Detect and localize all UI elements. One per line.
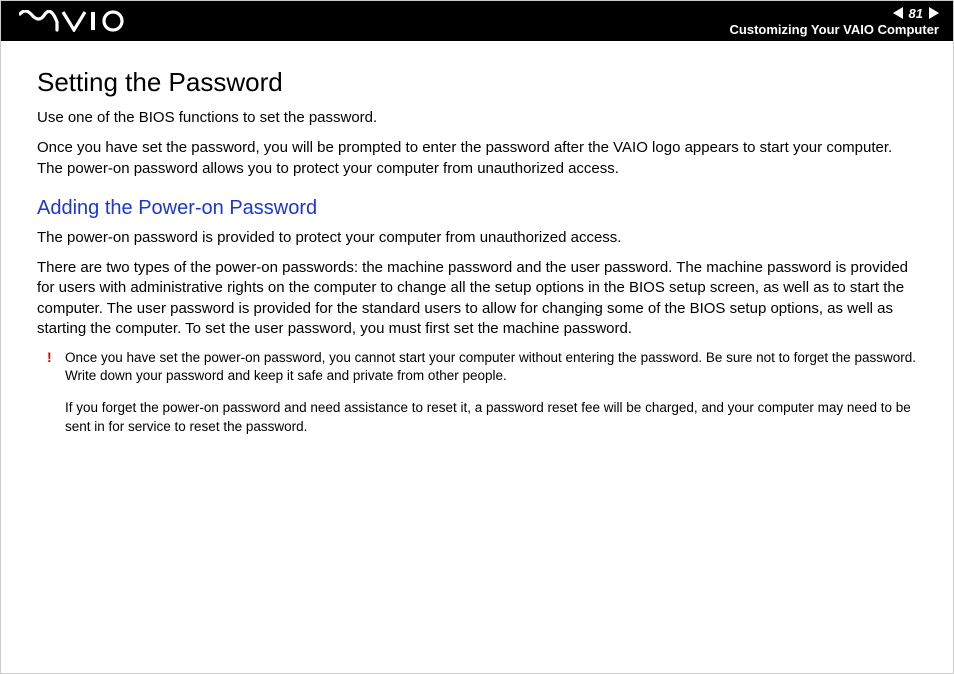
intro-paragraph-1: Use one of the BIOS functions to set the…: [37, 108, 917, 128]
warning-note: ! Once you have set the power-on passwor…: [37, 349, 917, 436]
warning-paragraph-1: Once you have set the power-on password,…: [65, 349, 917, 385]
section-paragraph-1: The power-on password is provided to pro…: [37, 228, 917, 248]
intro-paragraph-2: Once you have set the password, you will…: [37, 138, 917, 179]
section-paragraph-2: There are two types of the power-on pass…: [37, 258, 917, 339]
warning-paragraph-2: If you forget the power-on password and …: [65, 399, 917, 435]
warning-icon: !: [47, 349, 52, 365]
header-nav: 81 Customizing Your VAIO Computer: [730, 6, 939, 37]
header-bar: 81 Customizing Your VAIO Computer: [1, 1, 953, 41]
page-title: Setting the Password: [37, 67, 917, 98]
page-nav: 81: [893, 6, 939, 21]
section-heading: Adding the Power-on Password: [37, 197, 917, 220]
breadcrumb[interactable]: Customizing Your VAIO Computer: [730, 22, 939, 37]
prev-page-icon[interactable]: [893, 7, 903, 19]
page-content: Setting the Password Use one of the BIOS…: [1, 41, 953, 436]
page-number: 81: [909, 6, 923, 21]
vaio-logo: [19, 10, 129, 32]
next-page-icon[interactable]: [929, 7, 939, 19]
